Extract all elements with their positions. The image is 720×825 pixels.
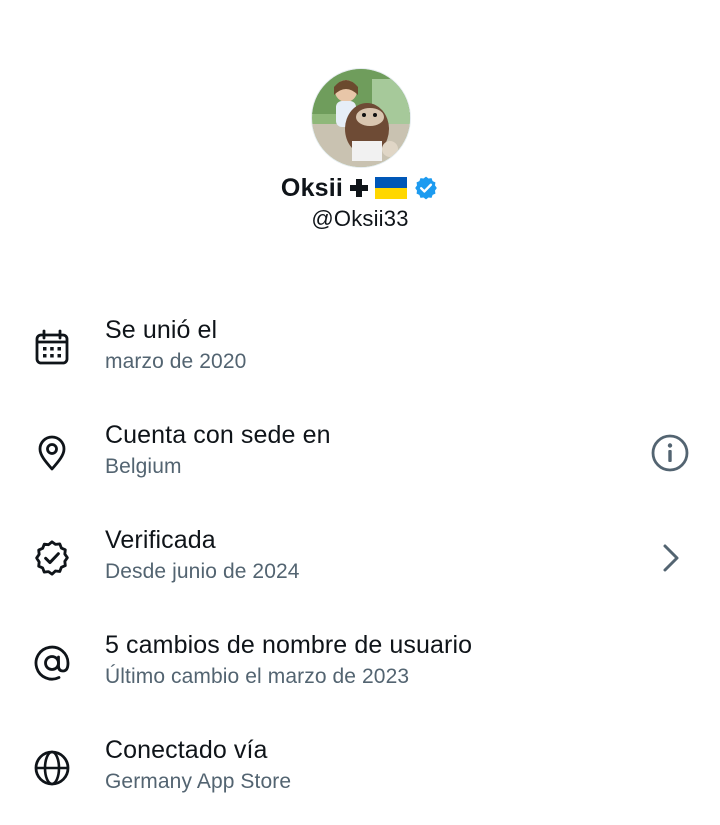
- at-sign-icon: [33, 644, 71, 682]
- username-changes-row: 5 cambios de nombre de usuario Último ca…: [0, 615, 720, 720]
- verified-row[interactable]: Verificada Desde junio de 2024: [0, 510, 720, 615]
- ukraine-flag-icon: [375, 177, 408, 199]
- username-handle: @Oksii33: [311, 206, 409, 231]
- info-icon[interactable]: [650, 433, 690, 473]
- calendar-icon: [33, 329, 71, 367]
- location-title: Cuenta con sede en: [105, 421, 331, 449]
- verified-badge-icon[interactable]: [413, 175, 439, 201]
- display-name: Oksii: [280, 173, 344, 202]
- chevron-right-icon[interactable]: [650, 538, 690, 578]
- username-changes-title: 5 cambios de nombre de usuario: [105, 631, 473, 659]
- joined-date: marzo de 2020: [105, 350, 247, 373]
- profile-header: Oksii @Oksii33: [0, 0, 720, 260]
- name-row: Oksii: [0, 170, 720, 206]
- connected-via-row: Conectado vía Germany App Store: [0, 720, 720, 825]
- joined-row: Se unió el marzo de 2020: [0, 300, 720, 405]
- last-username-change: Último cambio el marzo de 2023: [105, 665, 410, 688]
- verified-outline-icon: [33, 539, 71, 577]
- cross-icon: [349, 178, 369, 198]
- connected-via-title: Conectado vía: [105, 736, 268, 764]
- location-pin-icon: [33, 434, 71, 472]
- location-row: Cuenta con sede en Belgium: [0, 405, 720, 510]
- connected-via-store: Germany App Store: [105, 770, 292, 793]
- verified-title: Verificada: [105, 526, 216, 554]
- globe-icon: [33, 749, 71, 787]
- avatar[interactable]: [311, 68, 411, 168]
- location-value: Belgium: [105, 455, 182, 478]
- verified-since: Desde junio de 2024: [105, 560, 300, 583]
- joined-title: Se unió el: [105, 316, 218, 344]
